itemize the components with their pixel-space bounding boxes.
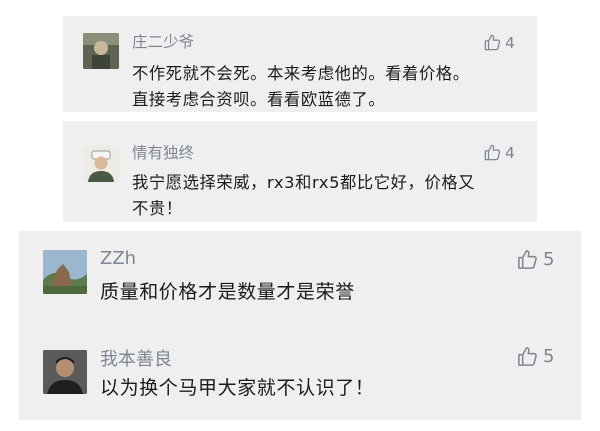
like-count: 5	[543, 249, 555, 270]
comment-line: 直接考虑合资呗。看看欧蓝德了。	[132, 90, 386, 109]
username[interactable]: 情有独终	[132, 141, 194, 163]
username[interactable]: 庄二少爷	[132, 30, 194, 52]
like-button[interactable]: 4	[483, 33, 515, 52]
username[interactable]: ZZh	[100, 248, 136, 269]
thumbs-up-icon	[483, 33, 502, 52]
username[interactable]: 我本善良	[100, 345, 172, 371]
comment-card: 庄二少爷 4 不作死就不会死。本来考虑他的。看着价格。 直接考虑合资呗。看看欧蓝…	[63, 16, 537, 112]
like-count: 5	[543, 346, 555, 367]
comment-text: 不作死就不会死。本来考虑他的。看着价格。 直接考虑合资呗。看看欧蓝德了。	[132, 61, 470, 113]
like-button[interactable]: 5	[516, 248, 554, 271]
like-button[interactable]: 4	[483, 143, 515, 162]
comment-text: 质量和价格才是数量才是荣誉	[100, 278, 355, 306]
avatar[interactable]	[43, 350, 87, 394]
comment-line: 质量和价格才是数量才是荣誉	[100, 281, 355, 303]
like-count: 4	[505, 143, 515, 162]
comment-text: 我宁愿选择荣威，rx3和rx5都比它好，价格又 不贵！	[132, 170, 475, 222]
thumbs-up-icon	[516, 345, 539, 368]
avatar[interactable]	[83, 33, 119, 69]
comment-card: ZZh 5 质量和价格才是数量才是荣誉 我本善良 5 以为换个马甲大家就不认识了…	[19, 231, 581, 420]
avatar[interactable]	[43, 250, 87, 294]
like-count: 4	[505, 33, 515, 52]
comment-line: 不作死就不会死。本来考虑他的。看着价格。	[132, 64, 470, 83]
comment-line: 我宁愿选择荣威，rx3和rx5都比它好，价格又	[132, 173, 476, 192]
comment-card: 情有独终 4 我宁愿选择荣威，rx3和rx5都比它好，价格又 不贵！	[63, 121, 537, 222]
like-button[interactable]: 5	[516, 345, 554, 368]
comment-line: 以为换个马甲大家就不认识了！	[100, 377, 375, 399]
comment-screenshot: 庄二少爷 4 不作死就不会死。本来考虑他的。看着价格。 直接考虑合资呗。看看欧蓝…	[0, 0, 600, 431]
avatar[interactable]	[83, 146, 119, 182]
thumbs-up-icon	[483, 143, 502, 162]
comment-text: 以为换个马甲大家就不认识了！	[100, 374, 374, 402]
comment-line: 不贵！	[132, 199, 183, 218]
thumbs-up-icon	[516, 248, 539, 271]
